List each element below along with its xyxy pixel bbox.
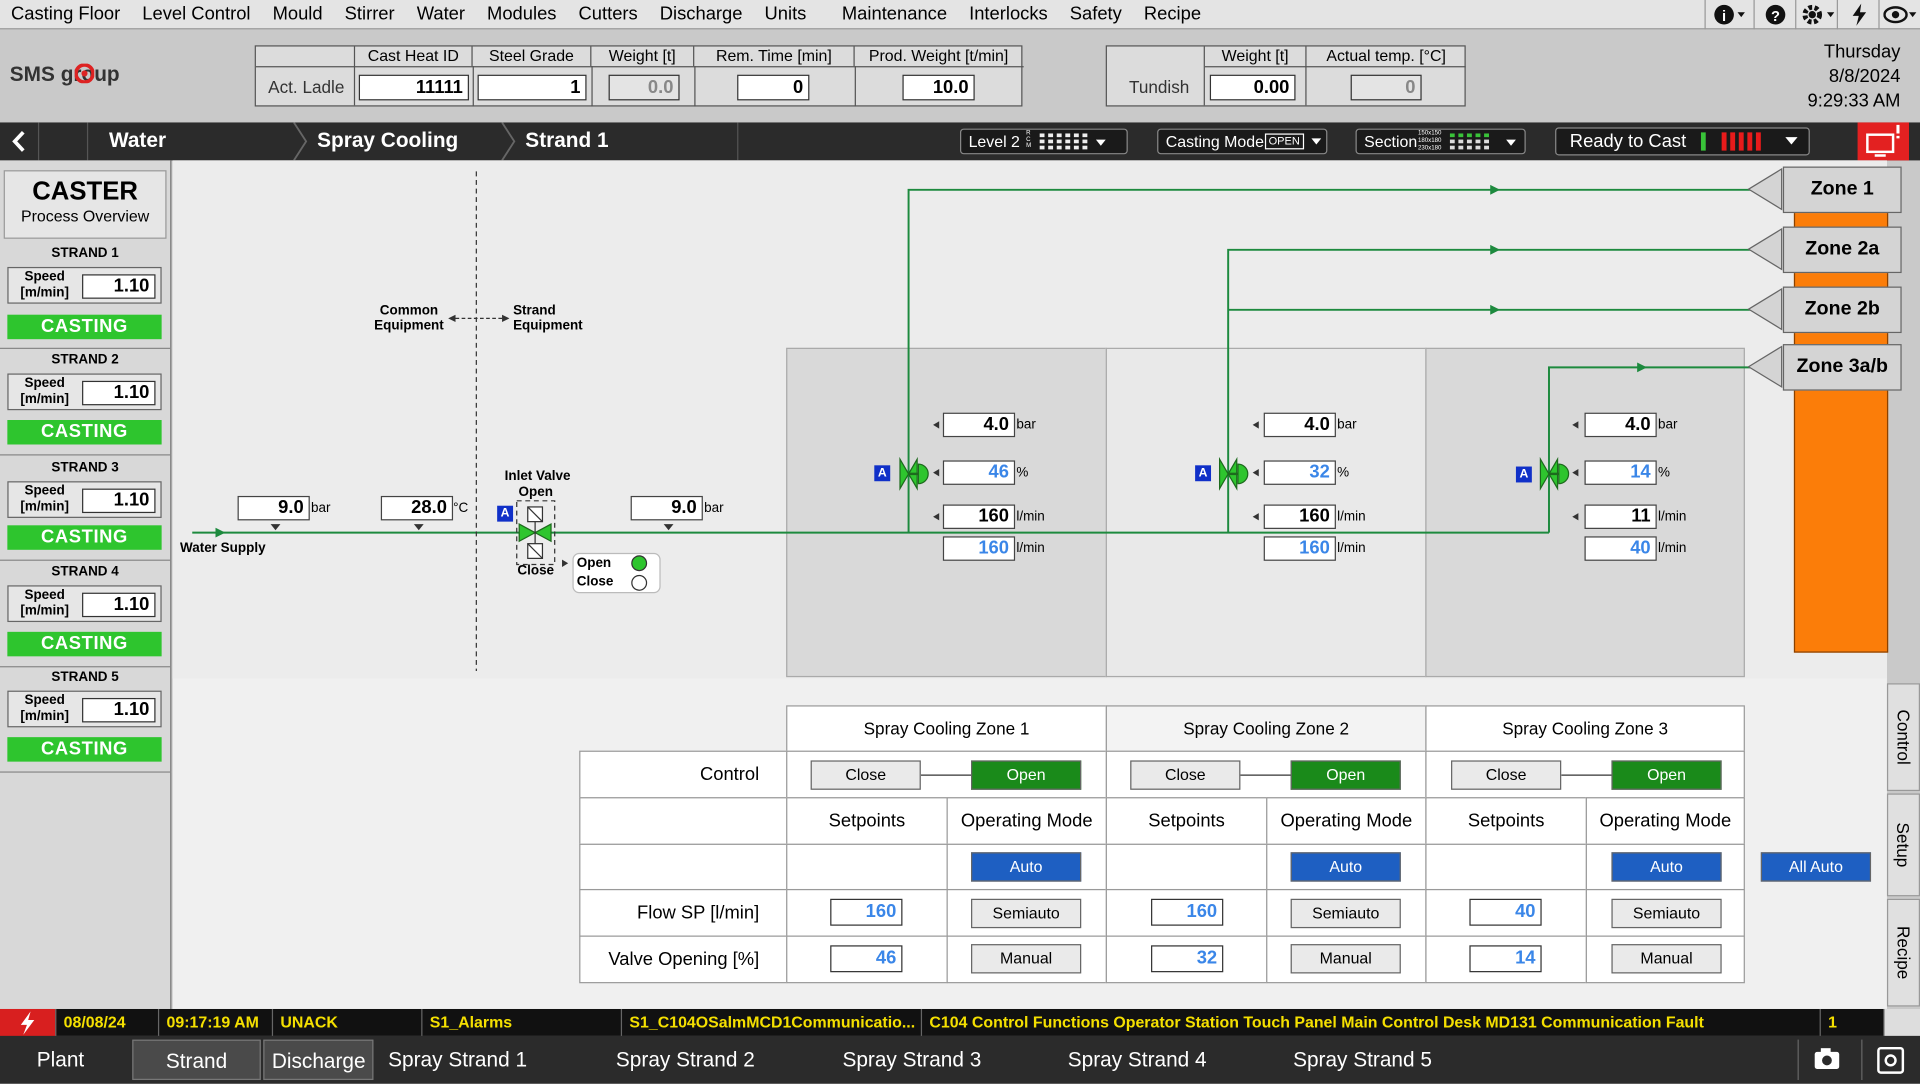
zone1-manual-button[interactable]: Manual (971, 944, 1082, 974)
tab-control-label: Control (1893, 709, 1914, 765)
tab-recipe-label: Recipe (1893, 925, 1914, 980)
zone3-auto-button[interactable]: Auto (1611, 852, 1722, 882)
nav-spray-strand-4[interactable]: Spray Strand 4 (1058, 1040, 1278, 1080)
zone3-flow-sp-input[interactable]: 40 (1469, 898, 1542, 926)
alarm-count: 1 (1821, 1008, 1885, 1036)
nav-plant[interactable]: Plant (27, 1040, 127, 1080)
tab-setup[interactable]: Setup (1886, 793, 1920, 897)
alarm-bar[interactable]: 08/08/24 09:17:19 AM UNACK S1_Alarms S1_… (0, 1008, 1920, 1036)
zone1-flow-sp-input[interactable]: 160 (830, 898, 903, 926)
bottom-nav: Plant Strand Discharge Spray Strand 1 Sp… (0, 1035, 1920, 1084)
zone3-open-button[interactable]: Open (1611, 760, 1722, 790)
nav-spray-strand-5[interactable]: Spray Strand 5 (1283, 1040, 1503, 1080)
camera-icon (1814, 1048, 1840, 1069)
alarm-scroll[interactable] (1884, 1008, 1920, 1036)
alarm-date: 08/08/24 (56, 1008, 160, 1036)
nav-discharge[interactable]: Discharge (263, 1039, 374, 1081)
zone2-valve-input[interactable]: 32 (1151, 945, 1224, 973)
zone2-close-button[interactable]: Close (1130, 760, 1241, 790)
nav-spray-strand-2[interactable]: Spray Strand 2 (606, 1040, 826, 1080)
screen-settings-icon (1877, 1046, 1905, 1074)
zone3-valve-input[interactable]: 14 (1469, 945, 1542, 973)
alarm-tag: S1_C104OSalmMCD1Communicatio... (622, 1008, 923, 1036)
zone2-manual-button[interactable]: Manual (1290, 944, 1401, 974)
alarm-state: UNACK (273, 1008, 423, 1036)
zone2-open-button[interactable]: Open (1290, 760, 1401, 790)
nav-spray-strand-1[interactable]: Spray Strand 1 (378, 1040, 598, 1080)
alarm-group: S1_Alarms (422, 1008, 623, 1036)
zone2-auto-button[interactable]: Auto (1290, 852, 1401, 882)
zone1-semiauto-button[interactable]: Semiauto (971, 898, 1082, 929)
nav-spray-strand-3[interactable]: Spray Strand 3 (833, 1040, 1053, 1080)
camera-button[interactable] (1797, 1039, 1854, 1081)
zone1-auto-button[interactable]: Auto (971, 852, 1082, 882)
zone3-manual-button[interactable]: Manual (1611, 944, 1722, 974)
alarm-lightning-icon[interactable] (0, 1008, 57, 1036)
zone2-flow-sp-input[interactable]: 160 (1151, 898, 1224, 926)
all-auto-button[interactable]: All Auto (1760, 852, 1872, 882)
zone1-close-button[interactable]: Close (810, 760, 921, 790)
alarm-message: C104 Control Functions Operator Station … (922, 1008, 1821, 1036)
tab-setup-label: Setup (1893, 822, 1914, 868)
tab-control[interactable]: Control (1886, 683, 1920, 792)
zone1-open-button[interactable]: Open (971, 760, 1082, 790)
alarm-time: 09:17:19 AM (159, 1008, 274, 1036)
zone3-close-button[interactable]: Close (1451, 760, 1562, 790)
zone2-semiauto-button[interactable]: Semiauto (1290, 898, 1401, 929)
nav-strand[interactable]: Strand (132, 1039, 261, 1081)
tab-recipe[interactable]: Recipe (1886, 898, 1920, 1007)
settings-screen-button[interactable] (1861, 1039, 1917, 1081)
zone1-valve-input[interactable]: 46 (830, 945, 903, 973)
zone3-semiauto-button[interactable]: Semiauto (1611, 898, 1722, 929)
